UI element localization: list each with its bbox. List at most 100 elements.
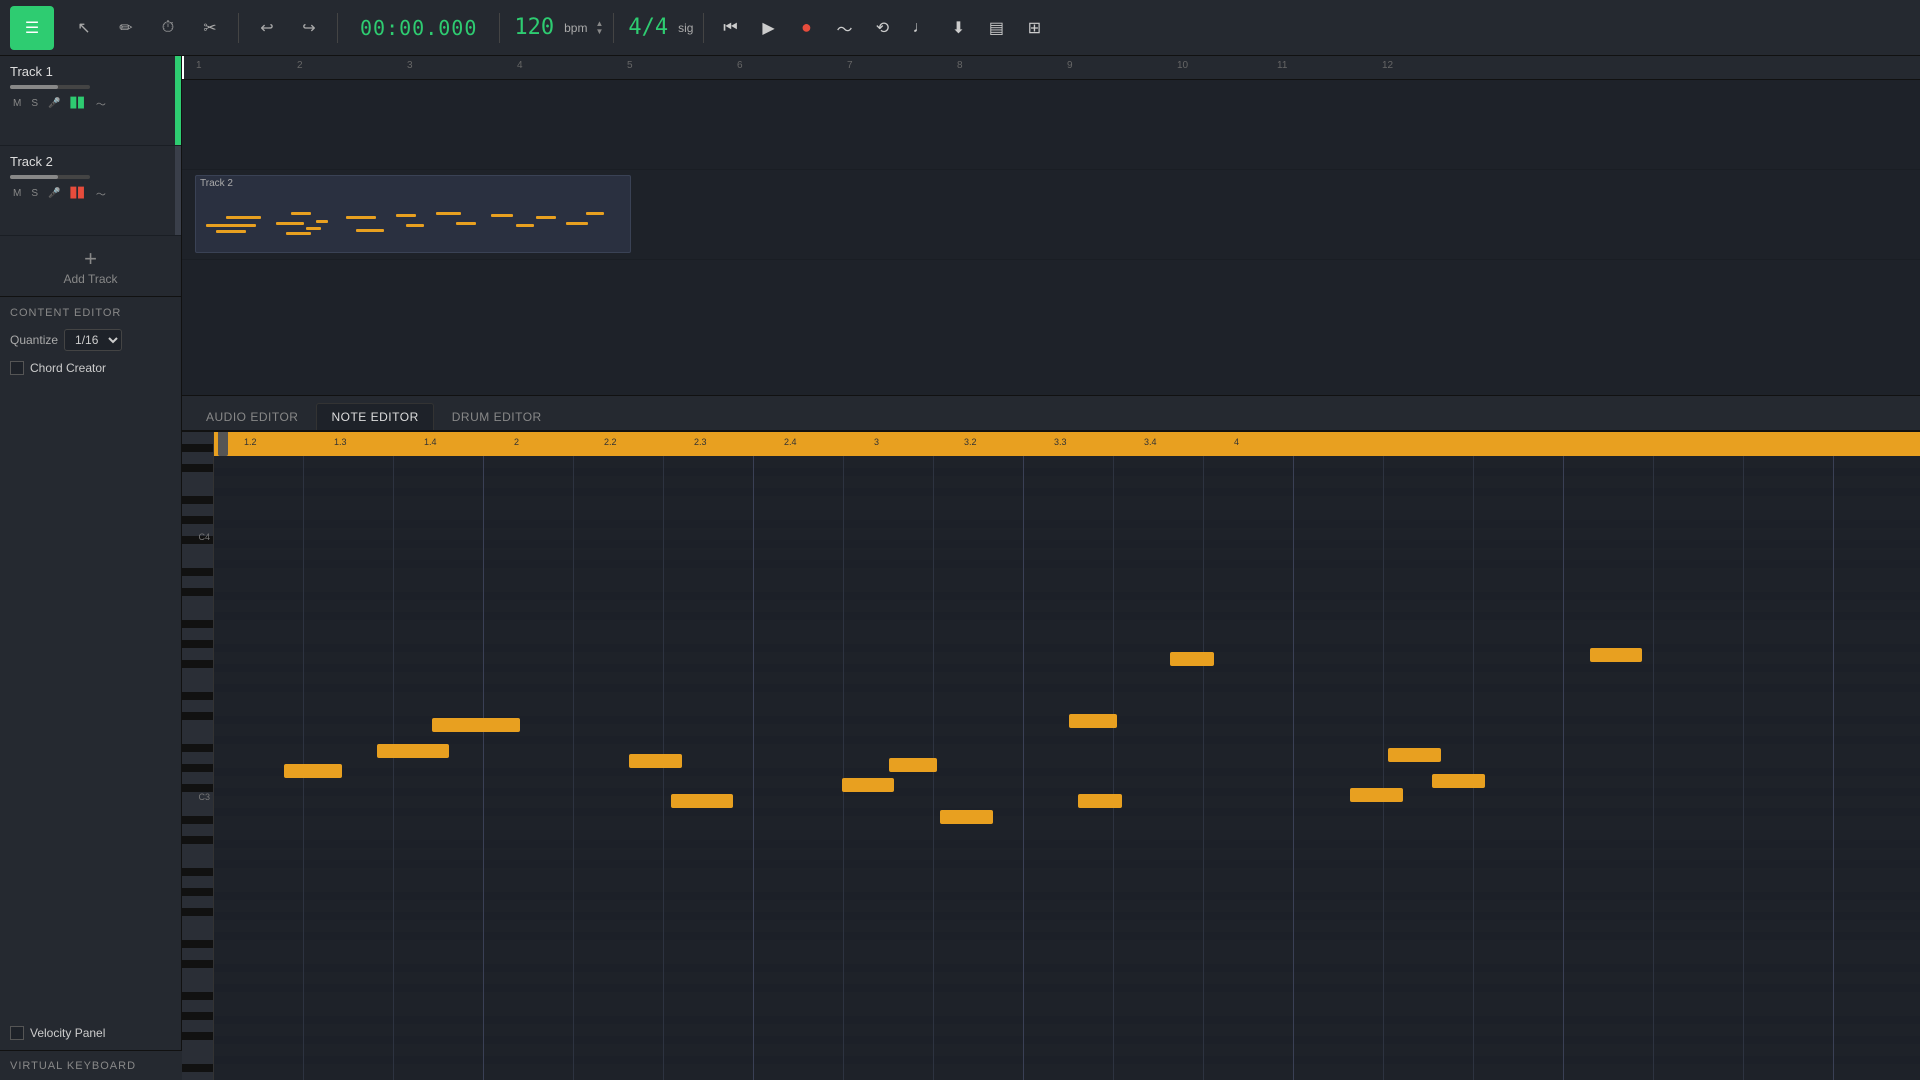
note-block[interactable] xyxy=(432,718,520,732)
track-item-2: Track 2 M S 🎤 ▊▊ 〜 xyxy=(0,146,181,236)
track-1-meter[interactable]: ▊▊ xyxy=(67,97,88,110)
note-block[interactable] xyxy=(629,754,682,768)
note-ruler-2.2: 2.2 xyxy=(604,437,617,447)
chord-creator-checkbox[interactable] xyxy=(10,361,24,375)
ruler-mark-1: 1 xyxy=(196,60,202,71)
note-block[interactable] xyxy=(1069,714,1117,728)
right-area: 1 2 3 4 5 6 7 8 9 10 11 12 xyxy=(182,56,1920,1080)
note-block[interactable] xyxy=(1170,652,1214,666)
pencil-tool-button[interactable]: ✏ xyxy=(108,10,144,46)
track-2-mic[interactable]: 🎤 xyxy=(45,187,63,200)
arrange-ruler: 1 2 3 4 5 6 7 8 9 10 11 12 xyxy=(182,56,1920,80)
mini-note xyxy=(436,212,461,215)
note-grid[interactable]: 1.2 1.3 1.4 2 2.2 2.3 2.4 3 3.2 3.3 3.4 … xyxy=(214,432,1920,1080)
arrange-view: 1 2 3 4 5 6 7 8 9 10 11 12 xyxy=(182,56,1920,396)
time-sig-display: 4/4 xyxy=(628,15,668,40)
note-block[interactable] xyxy=(940,810,993,824)
clip-track2[interactable]: Track 2 xyxy=(195,175,631,253)
automation-button[interactable]: 〜 xyxy=(828,12,860,44)
note-ruler-1.3: 1.3 xyxy=(334,437,347,447)
velocity-panel-label: Velocity Panel xyxy=(30,1026,105,1040)
quantize-select[interactable]: 1/16 1/8 1/4 xyxy=(64,329,122,351)
bpm-down-arrow[interactable]: ▼ xyxy=(595,28,603,36)
play-button[interactable]: ▶ xyxy=(752,12,784,44)
note-block[interactable] xyxy=(842,778,894,792)
clip-track2-content xyxy=(196,194,630,252)
scissors-tool-button[interactable]: ✂ xyxy=(192,10,228,46)
track-1-solo[interactable]: S xyxy=(28,97,41,110)
mini-note xyxy=(491,214,513,217)
quantize-label: Quantize xyxy=(10,333,58,347)
note-block[interactable] xyxy=(889,758,937,772)
note-ruler-3.2: 3.2 xyxy=(964,437,977,447)
piano-keys-bg xyxy=(182,432,213,1080)
metronome-button[interactable]: ♩ xyxy=(904,12,936,44)
note-block[interactable] xyxy=(1388,748,1441,762)
mini-note xyxy=(356,229,384,232)
menu-button[interactable]: ☰ xyxy=(10,6,54,50)
note-ruler-3: 3 xyxy=(874,437,879,447)
mini-note xyxy=(566,222,588,225)
mixer-button[interactable]: ▤ xyxy=(980,12,1012,44)
skip-back-button[interactable]: ⏮ xyxy=(714,12,746,44)
note-block[interactable] xyxy=(1590,648,1642,662)
note-editor: C4 C3 1.2 1.3 1.4 2 2.2 2.3 2.4 xyxy=(182,432,1920,1080)
track-1-mute[interactable]: M xyxy=(10,97,24,110)
track-2-wave[interactable]: 〜 xyxy=(93,185,109,202)
record-button[interactable]: ● xyxy=(790,12,822,44)
mini-note xyxy=(226,216,261,219)
track-2-meter[interactable]: ▊▊ xyxy=(67,187,88,200)
tab-audio-editor[interactable]: AUDIO EDITOR xyxy=(192,404,312,430)
track-1-volume xyxy=(10,85,90,89)
left-panel: Track 1 M S 🎤 ▊▊ 〜 Track 2 xyxy=(0,56,182,1080)
track-2-solo[interactable]: S xyxy=(28,187,41,200)
cursor-tool-button[interactable]: ↖ xyxy=(66,10,102,46)
note-ruler-2.4: 2.4 xyxy=(784,437,797,447)
bpm-display: 120 xyxy=(514,15,554,40)
clock-tool-button[interactable]: ⏱ xyxy=(150,10,186,46)
cursor-icon: ↖ xyxy=(77,18,90,38)
mini-note xyxy=(216,230,246,233)
add-track-button[interactable]: + Add Track xyxy=(0,236,181,296)
tab-note-editor[interactable]: NOTE EDITOR xyxy=(316,403,433,430)
note-ruler-4: 4 xyxy=(1234,437,1239,447)
mini-note xyxy=(316,220,328,223)
mini-note xyxy=(276,222,304,225)
velocity-panel-checkbox[interactable] xyxy=(10,1026,24,1040)
ruler-mark-12: 12 xyxy=(1382,60,1393,71)
import-button[interactable]: ⬇ xyxy=(942,12,974,44)
track-item-1: Track 1 M S 🎤 ▊▊ 〜 xyxy=(0,56,181,146)
track-lane-2[interactable]: Track 2 xyxy=(182,170,1920,260)
separator-1 xyxy=(238,13,239,43)
playhead-marker xyxy=(182,56,184,79)
undo-button[interactable]: ↩ xyxy=(249,10,285,46)
note-block[interactable] xyxy=(1078,794,1122,808)
track-1-wave[interactable]: 〜 xyxy=(93,95,109,112)
track-1-color-bar xyxy=(175,56,181,145)
redo-button[interactable]: ↪ xyxy=(291,10,327,46)
track-1-mic[interactable]: 🎤 xyxy=(45,97,63,110)
mini-note xyxy=(396,214,416,217)
track-lane-1[interactable] xyxy=(182,80,1920,170)
note-ruler-playhead xyxy=(218,432,228,456)
note-editor-ruler: 1.2 1.3 1.4 2 2.2 2.3 2.4 3 3.2 3.3 3.4 … xyxy=(214,432,1920,456)
track-2-mute[interactable]: M xyxy=(10,187,24,200)
toolbar: ☰ ↖ ✏ ⏱ ✂ ↩ ↪ 00:00.000 120 bpm ▲ ▼ 4/4 … xyxy=(0,0,1920,56)
ruler-mark-8: 8 xyxy=(957,60,963,71)
note-block[interactable] xyxy=(1432,774,1485,788)
note-block[interactable] xyxy=(671,794,733,808)
tab-drum-editor[interactable]: DRUM EDITOR xyxy=(438,404,556,430)
main-layout: Track 1 M S 🎤 ▊▊ 〜 Track 2 xyxy=(0,56,1920,1080)
loop-button[interactable]: ⟲ xyxy=(866,12,898,44)
bpm-arrows[interactable]: ▲ ▼ xyxy=(595,20,603,36)
note-block[interactable] xyxy=(377,744,449,758)
grid-button[interactable]: ⊞ xyxy=(1018,12,1050,44)
pencil-icon: ✏ xyxy=(119,18,132,38)
menu-icon: ☰ xyxy=(25,18,39,38)
note-block[interactable] xyxy=(284,764,342,778)
note-block[interactable] xyxy=(1350,788,1403,802)
ruler-mark-10: 10 xyxy=(1177,60,1188,71)
separator-3 xyxy=(499,13,500,43)
note-ruler-1.2: 1.2 xyxy=(244,437,257,447)
virtual-keyboard-label: VIRTUAL KEYBOARD xyxy=(0,1050,182,1080)
